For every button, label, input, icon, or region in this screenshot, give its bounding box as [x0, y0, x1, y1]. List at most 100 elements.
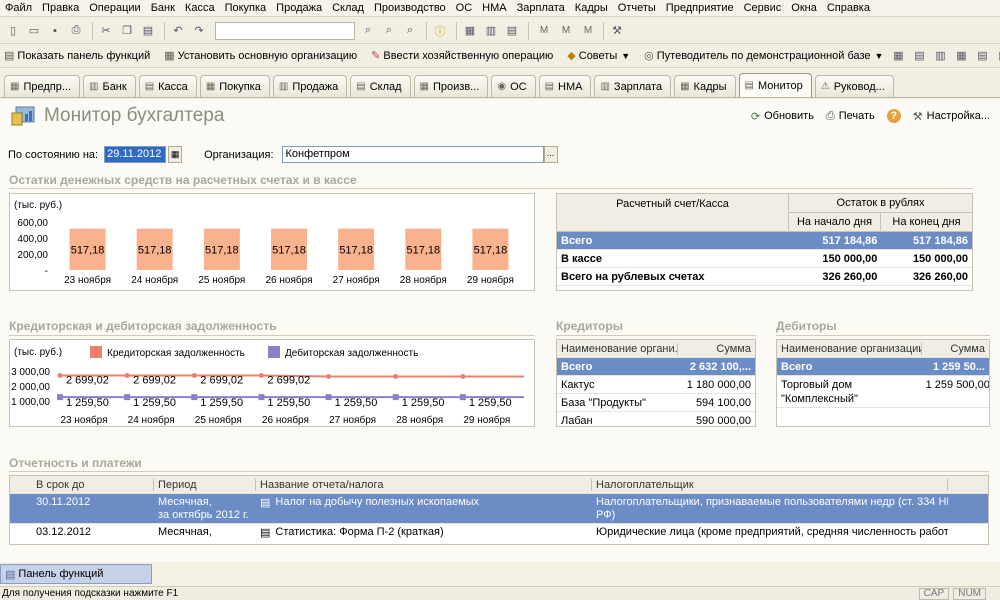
- memory-m-plus-icon[interactable]: M: [557, 22, 575, 40]
- tab-11[interactable]: ▤ Монитор: [738, 73, 812, 97]
- menu-item-3[interactable]: Банк: [146, 2, 180, 14]
- help-button[interactable]: ?: [886, 109, 901, 123]
- column-header-3[interactable]: Налогоплательщик: [592, 478, 948, 491]
- menu-item-14[interactable]: Предприятие: [661, 2, 739, 14]
- table-row[interactable]: В кассе 150 000,00 150 000,00: [557, 250, 972, 268]
- tab-10[interactable]: ▦ Кадры: [674, 75, 736, 97]
- table-row[interactable]: Всего на рублевых счетах 326 260,00 326 26…: [557, 268, 972, 286]
- column-header-org-name[interactable]: Наименование организации: [777, 342, 922, 355]
- tab-3[interactable]: ▦ Покупка: [199, 75, 270, 97]
- x-tick-label: 29 ноября: [467, 274, 514, 286]
- analysis-icon[interactable]: ▦: [952, 47, 970, 65]
- column-header-org-name[interactable]: Наименование органи...: [557, 342, 678, 355]
- show-panel-label: Показать панель функций: [17, 49, 151, 62]
- tools-icon[interactable]: ⚒: [608, 22, 626, 40]
- table-row[interactable]: Кактус 1 180 000,00: [557, 376, 755, 394]
- enter-operation-button[interactable]: ✎ Ввести хозяйственную операцию: [371, 49, 553, 63]
- menu-item-10[interactable]: НМА: [477, 2, 511, 14]
- guide-button[interactable]: ◎ Путеводитель по демонстрационной базе ▼: [644, 49, 883, 63]
- menu-item-7[interactable]: Склад: [327, 2, 369, 14]
- menu-item-13[interactable]: Отчеты: [613, 2, 661, 14]
- tab-2[interactable]: ▤ Касса: [138, 75, 197, 97]
- menu-item-1[interactable]: Правка: [37, 2, 84, 14]
- column-header-1[interactable]: Период: [154, 478, 256, 491]
- ledger-icon[interactable]: ▤: [973, 47, 991, 65]
- paste-icon[interactable]: ▤: [139, 22, 157, 40]
- menu-item-5[interactable]: Покупка: [220, 2, 272, 14]
- menu-item-9[interactable]: ОС: [451, 2, 478, 14]
- date-field[interactable]: 29.11.2012: [104, 146, 167, 163]
- tab-1[interactable]: ▥ Банк: [83, 75, 136, 97]
- calendar-icon[interactable]: ▦: [461, 22, 479, 40]
- print-button[interactable]: ⎙ Печать: [826, 110, 875, 123]
- organization-field[interactable]: Конфетпром: [281, 146, 544, 163]
- table-row[interactable]: Торговый дом "Комплексный" 1 259 500,00: [777, 376, 989, 408]
- copy-icon[interactable]: ❐: [118, 22, 136, 40]
- find-all-icon[interactable]: ⌕: [401, 22, 419, 40]
- balance-icon[interactable]: ▥: [931, 47, 949, 65]
- undo-icon[interactable]: ↶: [169, 22, 187, 40]
- tab-9[interactable]: ▥ Зарплата: [594, 75, 672, 97]
- report-icon[interactable]: ▦: [889, 47, 907, 65]
- table-row[interactable]: 03.12.2012 Месячная, ▤ Статистика: Форма П-…: [10, 524, 988, 544]
- find-next-icon[interactable]: ⌕: [380, 22, 398, 40]
- select-organization-button[interactable]: ...: [543, 146, 558, 163]
- column-header-0[interactable]: В срок до: [10, 478, 154, 491]
- column-header-2[interactable]: Название отчета/налога: [256, 478, 592, 491]
- redo-icon[interactable]: ↷: [190, 22, 208, 40]
- column-header-sum[interactable]: Сумма: [922, 343, 989, 355]
- column-header-start[interactable]: На начало дня: [789, 213, 881, 231]
- search-combo-input[interactable]: [215, 21, 355, 40]
- reports-table-body: 30.11.2012 Месячная, за октябрь 2012 г. ▤ На…: [10, 494, 988, 544]
- settings-button[interactable]: ⚒ Настройка...: [913, 110, 990, 123]
- menu-item-0[interactable]: Файл: [0, 2, 37, 14]
- table-row[interactable]: Всего 1 259 50...: [777, 358, 989, 376]
- tab-5[interactable]: ▤ Склад: [350, 75, 411, 97]
- table-row[interactable]: Всего 517 184,86 517 184,86: [557, 232, 972, 250]
- document-icon: ▤: [260, 497, 271, 509]
- print-icon[interactable]: ⎙: [67, 22, 85, 40]
- new-document-icon[interactable]: ▯: [4, 22, 22, 40]
- show-panel-button[interactable]: ▤ Показать панель функций: [4, 49, 151, 63]
- table-row[interactable]: Всего 2 632 100,...: [557, 358, 755, 376]
- table-icon[interactable]: ▤: [503, 22, 521, 40]
- tab-7[interactable]: ◉ ОС: [491, 75, 536, 97]
- tab-0[interactable]: ▦ Предпр...: [4, 75, 81, 97]
- column-header-sum[interactable]: Сумма: [678, 343, 755, 355]
- memory-m-icon[interactable]: M: [535, 22, 553, 40]
- memory-m-minus-icon[interactable]: M: [579, 22, 597, 40]
- calculator-icon[interactable]: ▥: [482, 22, 500, 40]
- table-row[interactable]: Лабан 590 000,00: [557, 412, 755, 427]
- cut-icon[interactable]: ✂: [97, 22, 115, 40]
- tab-8[interactable]: ▤ НМА: [538, 75, 592, 97]
- menu-item-16[interactable]: Окна: [786, 2, 822, 14]
- save-icon[interactable]: ▪: [46, 22, 64, 40]
- menu-item-12[interactable]: Кадры: [570, 2, 613, 14]
- tab-12[interactable]: ⚠ Руковод...: [814, 75, 894, 97]
- journal-icon[interactable]: ▤: [910, 47, 928, 65]
- info-icon[interactable]: ⓘ: [431, 22, 449, 40]
- menu-item-2[interactable]: Операции: [84, 2, 145, 14]
- menu-item-8[interactable]: Производство: [369, 2, 451, 14]
- menu-item-15[interactable]: Сервис: [739, 2, 787, 14]
- calendar-icon[interactable]: ▦: [168, 146, 183, 163]
- tab-4[interactable]: ▥ Продажа: [272, 75, 348, 97]
- period-line: Месячная,: [158, 496, 212, 508]
- tips-label: Советы: [578, 49, 618, 62]
- refresh-button[interactable]: ⟳ Обновить: [751, 110, 814, 123]
- menu-item-17[interactable]: Справка: [822, 2, 875, 14]
- tab-6[interactable]: ▦ Произв...: [413, 75, 489, 97]
- column-header-end[interactable]: На конец дня: [881, 213, 972, 231]
- menu-item-11[interactable]: Зарплата: [512, 2, 570, 14]
- set-main-org-button[interactable]: ▦ Установить основную организацию: [164, 49, 357, 63]
- table-row[interactable]: База "Продукты" 594 100,00: [557, 394, 755, 412]
- menu-item-4[interactable]: Касса: [180, 2, 220, 14]
- find-icon[interactable]: ⌕: [359, 22, 377, 40]
- functions-panel-button[interactable]: ▤ Панель функций: [0, 564, 152, 584]
- open-folder-icon[interactable]: ▭: [25, 22, 43, 40]
- table-row[interactable]: 30.11.2012 Месячная, за октябрь 2012 г. ▤ На…: [10, 494, 988, 524]
- column-header-account[interactable]: Расчетный счет/Касса: [557, 194, 789, 231]
- account-card-icon[interactable]: ▥: [994, 47, 1000, 65]
- tips-button[interactable]: ◆ Советы ▼: [567, 49, 630, 63]
- menu-item-6[interactable]: Продажа: [271, 2, 327, 14]
